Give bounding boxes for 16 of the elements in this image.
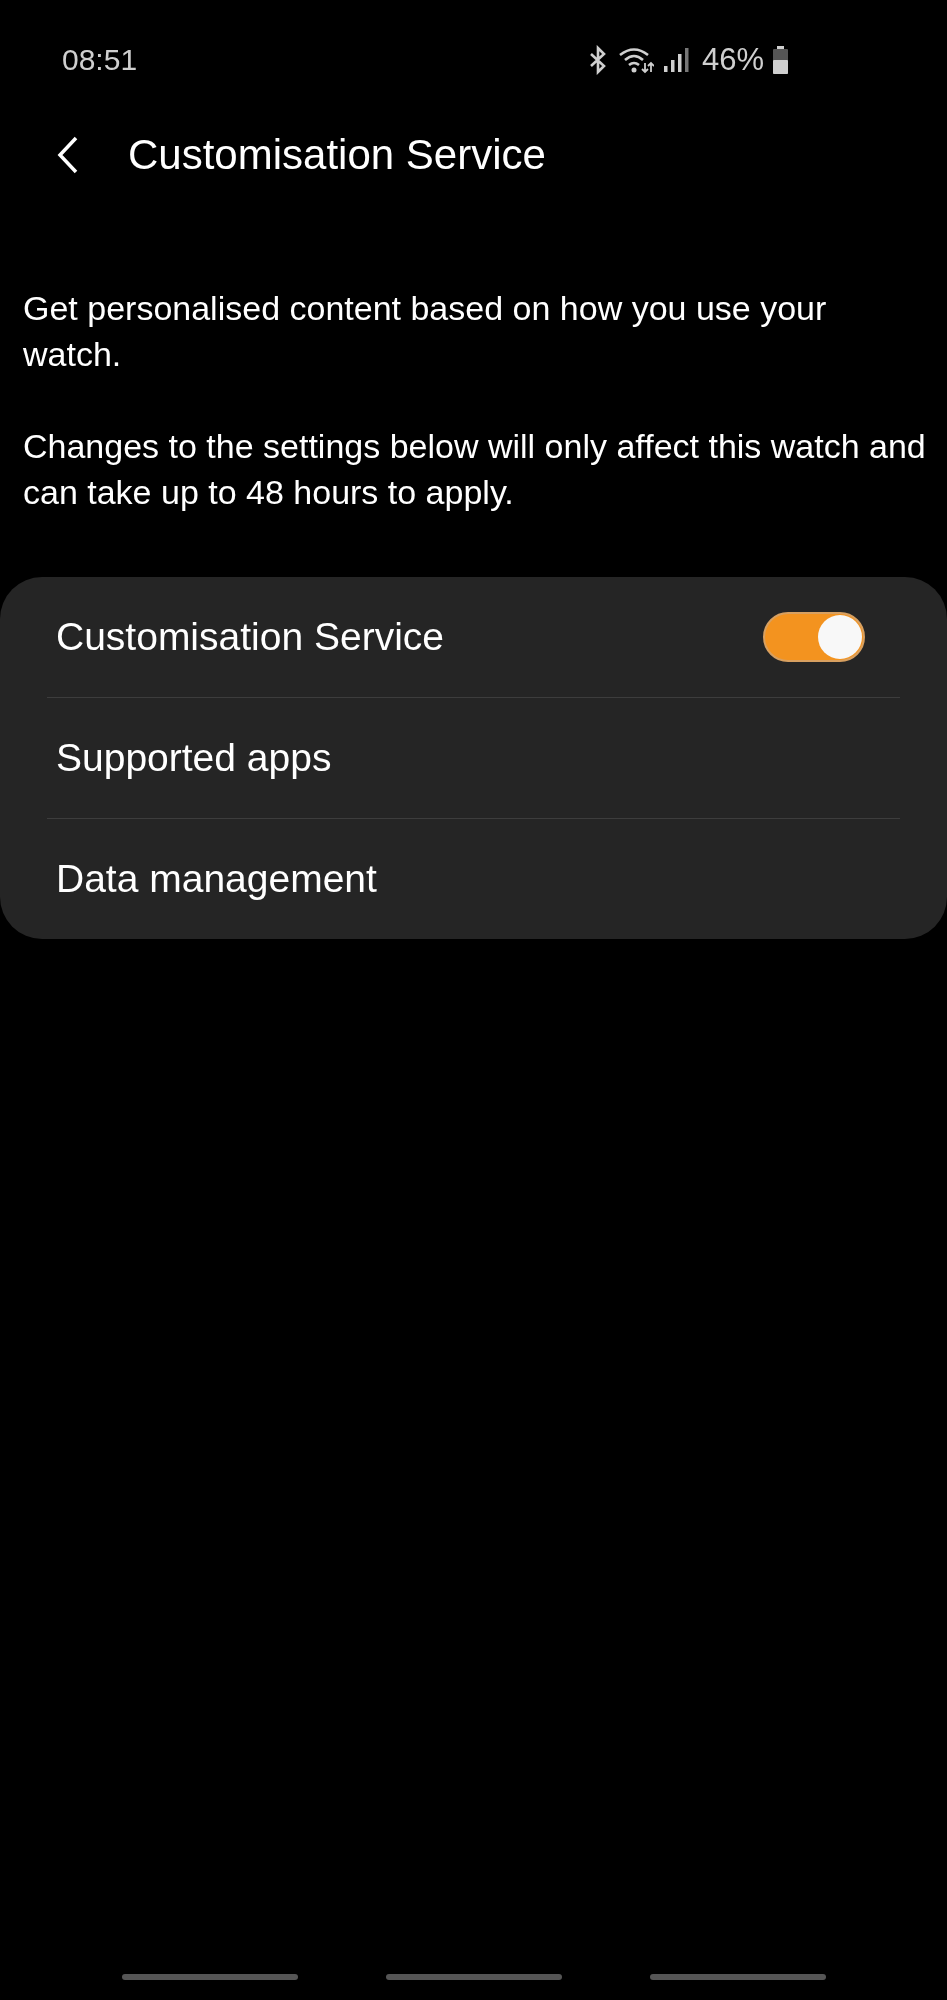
- toggle-switch[interactable]: [763, 612, 865, 662]
- description-text: Changes to the settings below will only affect this watch and can take up to 48 hours to apply.: [22, 426, 927, 513]
- nav-bar-hint[interactable]: [385, 1974, 562, 1980]
- back-button[interactable]: [56, 135, 80, 175]
- setting-item[interactable]: Data management: [56, 857, 377, 901]
- signal-icon: [661, 46, 690, 74]
- battery-percent: 46%: [701, 42, 764, 78]
- nav-bar-hint[interactable]: [121, 1974, 298, 1980]
- wifi-icon: [617, 46, 654, 74]
- status-time: 08:51: [62, 43, 138, 77]
- setting-label: Customisation Service: [56, 615, 444, 659]
- page-title: Customisation Service: [128, 131, 546, 179]
- nav-bar-hint[interactable]: [649, 1974, 826, 1980]
- description-text: Get personalised content based on how you use your watch.: [22, 288, 828, 375]
- battery-icon: [772, 46, 789, 74]
- setting-item[interactable]: Supported apps: [56, 736, 332, 780]
